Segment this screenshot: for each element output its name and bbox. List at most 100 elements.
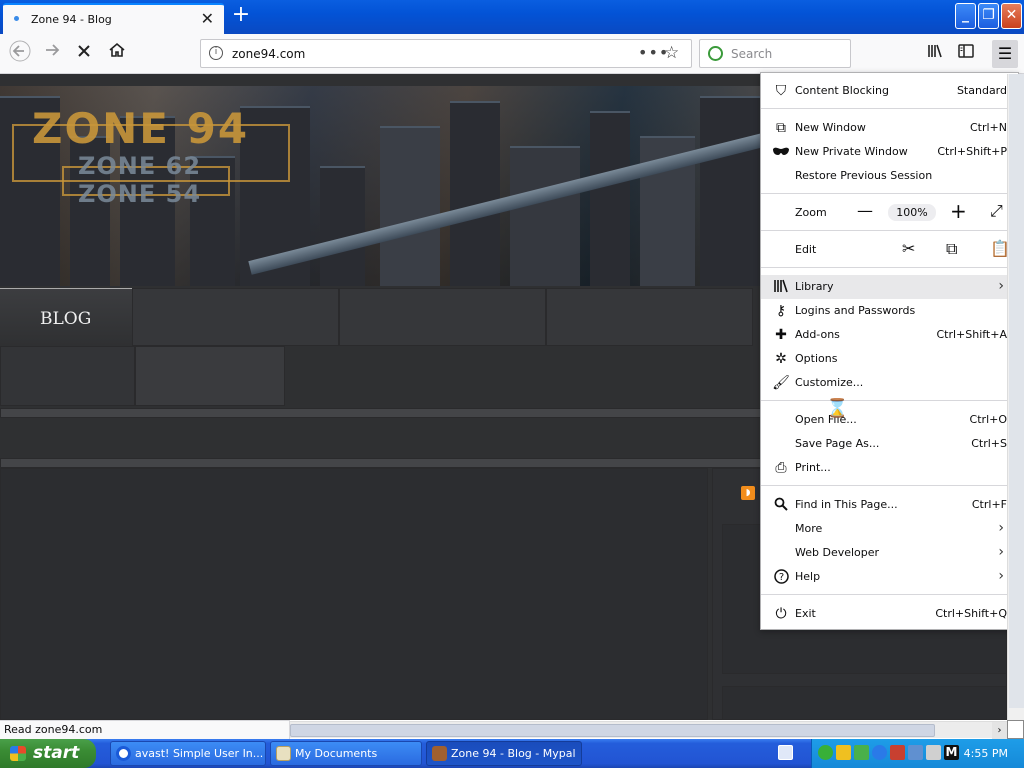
scrollbar-corner — [1007, 720, 1024, 739]
tray-update-icon[interactable] — [854, 745, 869, 760]
tray-shield-icon[interactable] — [836, 745, 851, 760]
printer-icon: ⎙ — [775, 460, 787, 476]
favicon-icon — [14, 16, 19, 21]
library-icon — [772, 279, 790, 295]
content-blocking-level: Standard — [956, 84, 1007, 97]
menu-item-logins[interactable]: ⚷ Logins and Passwords — [761, 299, 1018, 323]
zoom-reset-button[interactable]: 100% — [888, 204, 936, 221]
copy-icon[interactable]: ⧉ — [946, 239, 957, 259]
puzzle-piece-icon: ✚ — [775, 327, 787, 343]
menu-item-options[interactable]: ✲ Options — [761, 347, 1018, 371]
menu-item-print[interactable]: ⎙ Print... — [761, 456, 1018, 480]
menu-item-content-blocking[interactable]: ⛉ Content Blocking Standard — [761, 79, 1018, 103]
zoom-in-icon[interactable]: + — [950, 199, 967, 223]
taskbar-item-avast[interactable]: avast! Simple User In... — [110, 741, 266, 766]
menu-item-restore-session[interactable]: Restore Previous Session — [761, 164, 1018, 188]
gear-icon: ✲ — [775, 351, 787, 367]
library-icon[interactable] — [921, 40, 949, 68]
site-info-icon[interactable]: i — [209, 46, 223, 60]
avast-icon — [116, 746, 131, 761]
url-text[interactable]: zone94.com — [232, 47, 305, 61]
new-tab-button[interactable]: + — [230, 3, 252, 29]
tray-app-icon[interactable] — [890, 745, 905, 760]
search-engine-icon[interactable] — [708, 46, 723, 61]
menu-item-help[interactable]: ? Help › — [761, 565, 1018, 589]
folder-icon — [276, 746, 291, 761]
keyboard-icon[interactable] — [778, 745, 793, 760]
site-logo[interactable]: ZONE 94 — [32, 104, 249, 153]
menu-item-exit[interactable]: ⏻ Exit Ctrl+Shift+Q — [761, 602, 1018, 626]
search-icon — [772, 497, 790, 513]
vertical-scrollbar[interactable] — [1007, 74, 1024, 720]
help-icon: ? — [772, 569, 790, 585]
home-icon[interactable] — [103, 40, 131, 68]
start-button[interactable]: start — [0, 739, 96, 768]
bookmark-star-icon[interactable]: ☆ — [664, 43, 679, 63]
tab-zone94-blog[interactable]: Zone 94 - Blog ✕ — [3, 3, 224, 34]
nav-item-blog[interactable]: BLOG — [0, 288, 132, 346]
horizontal-scrollbar[interactable]: › — [290, 721, 1007, 739]
shield-icon: ⛉ — [775, 83, 787, 99]
rss-feed-icon[interactable]: ◗ — [741, 486, 755, 500]
logo-line-3: ZONE 54 — [78, 180, 202, 208]
menu-separator — [761, 193, 1018, 194]
clock[interactable]: 4:55 PM — [964, 739, 1008, 768]
mypal-icon — [432, 746, 447, 761]
new-window-icon: ⧉ — [776, 120, 786, 136]
taskbar-item-mypal[interactable]: Zone 94 - Blog - Mypal — [426, 741, 582, 766]
windows-logo-icon — [10, 746, 26, 761]
status-text: Read zone94.com — [0, 720, 290, 739]
title-bar: Zone 94 - Blog ✕ + _ ❐ ✕ — [0, 0, 1024, 34]
stop-icon[interactable] — [70, 40, 98, 68]
menu-item-new-window[interactable]: ⧉ New Window Ctrl+N — [761, 116, 1018, 140]
menu-item-addons[interactable]: ✚ Add-ons Ctrl+Shift+A — [761, 323, 1018, 347]
menu-item-more[interactable]: More › — [761, 517, 1018, 541]
svg-text:?: ? — [778, 572, 783, 583]
navigation-toolbar: i zone94.com ••• ☆ Search ☰ — [0, 34, 1024, 74]
zoom-out-icon[interactable]: — — [857, 201, 873, 220]
tray-network-icon[interactable] — [818, 745, 833, 760]
window-close-button[interactable]: ✕ — [1001, 3, 1022, 29]
menu-item-new-private-window[interactable]: New Private Window Ctrl+Shift+P — [761, 140, 1018, 164]
menu-separator — [761, 230, 1018, 231]
key-icon: ⚷ — [775, 303, 787, 319]
menu-item-save-page[interactable]: Save Page As... Ctrl+S — [761, 432, 1018, 456]
url-bar[interactable]: i zone94.com ••• ☆ — [200, 39, 692, 68]
tray-tools-icon[interactable] — [926, 745, 941, 760]
horizontal-scrollbar-thumb[interactable] — [290, 724, 935, 737]
fullscreen-icon[interactable]: ⤢ — [990, 201, 1003, 221]
search-input[interactable]: Search — [699, 39, 851, 68]
menu-separator — [761, 108, 1018, 109]
menu-item-customize[interactable]: 🖌 Customize... — [761, 371, 1018, 395]
nav-item-blog-label[interactable]: BLOG — [40, 309, 91, 329]
menu-icon[interactable]: ☰ — [992, 40, 1018, 68]
menu-item-open-file[interactable]: Open File... Ctrl+O — [761, 408, 1018, 432]
menu-item-web-developer[interactable]: Web Developer › — [761, 541, 1018, 565]
tab-title: Zone 94 - Blog — [31, 13, 112, 26]
taskbar-item-my-documents[interactable]: My Documents — [270, 741, 422, 766]
chevron-right-icon: › — [998, 278, 1004, 294]
busy-cursor-icon: ⌛ — [826, 398, 849, 419]
menu-separator — [761, 400, 1018, 401]
paintbrush-icon: 🖌 — [772, 375, 790, 391]
tray-info-icon[interactable] — [872, 745, 887, 760]
menu-separator — [761, 485, 1018, 486]
system-tray: M 4:55 PM — [811, 739, 1024, 768]
power-icon: ⏻ — [775, 606, 787, 622]
minimize-button[interactable]: _ — [955, 3, 976, 29]
taskbar: start avast! Simple User In... My Docume… — [0, 739, 1024, 768]
back-arrow-icon[interactable] — [6, 40, 34, 68]
cut-icon[interactable]: ✂ — [902, 239, 915, 258]
menu-separator — [761, 594, 1018, 595]
sidebar-icon[interactable] — [952, 40, 980, 68]
menu-item-library[interactable]: Library › — [761, 275, 1018, 299]
vertical-scrollbar-thumb[interactable] — [1009, 74, 1024, 708]
maximize-button[interactable]: ❐ — [978, 3, 999, 29]
site-logo-subtitle: ZONE 62 ZONE 54 — [78, 152, 201, 208]
menu-item-find[interactable]: Find in This Page... Ctrl+F — [761, 493, 1018, 517]
tab-close-icon[interactable]: ✕ — [201, 9, 214, 28]
tray-monitor-icon[interactable] — [908, 745, 923, 760]
tray-m-icon[interactable]: M — [944, 745, 959, 760]
scroll-right-icon[interactable]: › — [992, 722, 1007, 739]
forward-arrow-icon[interactable] — [38, 40, 66, 68]
